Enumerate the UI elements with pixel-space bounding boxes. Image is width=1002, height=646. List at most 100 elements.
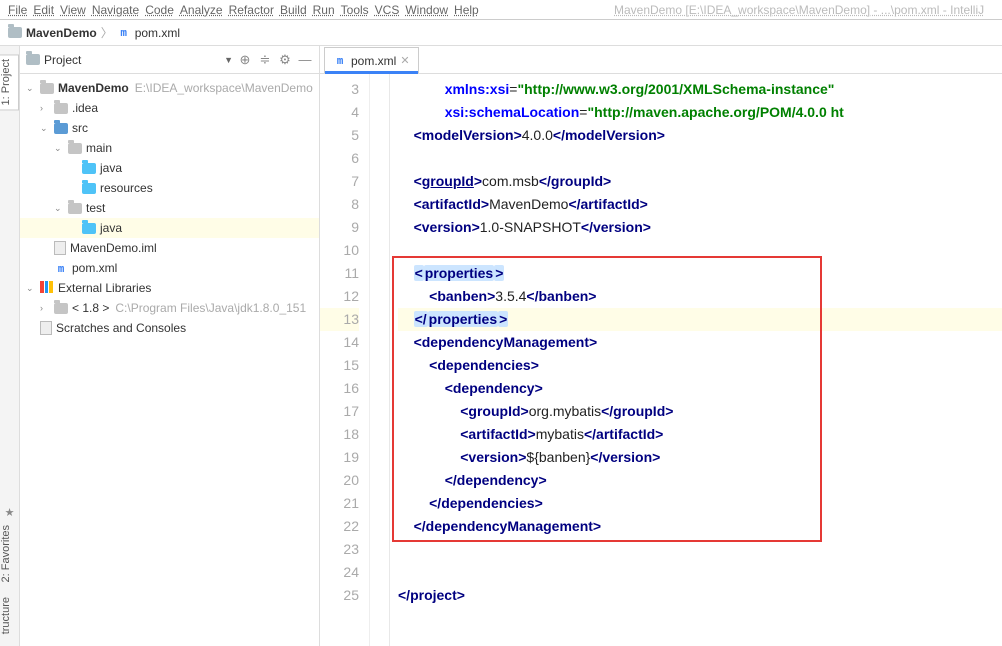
tree-path: C:\Program Files\Java\jdk1.8.0_151: [115, 301, 306, 315]
chevron-icon[interactable]: ⌄: [54, 203, 64, 214]
chevron-icon[interactable]: ›: [40, 103, 50, 113]
code-line[interactable]: </project>: [398, 584, 1002, 607]
line-number: 19: [320, 446, 359, 469]
tree-row[interactable]: ›.idea: [20, 98, 319, 118]
breadcrumb-project[interactable]: MavenDemo: [26, 26, 97, 40]
maven-icon: m: [117, 26, 131, 40]
menu-bar: File Edit View Navigate Code Analyze Ref…: [0, 0, 1002, 20]
gear-icon[interactable]: ⚙: [277, 52, 293, 68]
tree-row[interactable]: resources: [20, 178, 319, 198]
line-number: 20: [320, 469, 359, 492]
menu-file[interactable]: File: [8, 3, 27, 17]
highlight-box: [392, 256, 822, 542]
menu-analyze[interactable]: Analyze: [180, 3, 223, 17]
code-line[interactable]: <version>1.0-SNAPSHOT</version>: [398, 216, 1002, 239]
side-tab-favorites[interactable]: 2: Favorites: [0, 521, 12, 586]
tree-label: Scratches and Consoles: [56, 321, 186, 335]
menu-build[interactable]: Build: [280, 3, 307, 17]
chevron-icon[interactable]: ⌄: [40, 123, 50, 134]
tree-row[interactable]: ⌄ External Libraries: [20, 278, 319, 298]
dropdown-arrow-icon[interactable]: ▼: [224, 55, 233, 65]
tree-row[interactable]: ›< 1.8 > C:\Program Files\Java\jdk1.8.0_…: [20, 298, 319, 318]
editor-tab-pom[interactable]: m pom.xml ✕: [324, 47, 419, 73]
line-number: 23: [320, 538, 359, 561]
code-line[interactable]: <artifactId>MavenDemo</artifactId>: [398, 193, 1002, 216]
menu-view[interactable]: View: [60, 3, 86, 17]
close-icon[interactable]: ✕: [400, 54, 409, 67]
folder-icon: [82, 163, 96, 174]
line-number: 24: [320, 561, 359, 584]
tree-label: java: [100, 161, 122, 175]
left-gutter-tabs: 1: Project ★ 2: Favorites tructure: [0, 46, 20, 646]
tree-row[interactable]: java: [20, 158, 319, 178]
favorites-star-icon: ★: [0, 506, 19, 519]
menu-vcs[interactable]: VCS: [375, 3, 400, 17]
library-icon: [40, 281, 54, 295]
chevron-icon[interactable]: ›: [40, 303, 50, 313]
tree-row[interactable]: ⌄ main: [20, 138, 319, 158]
collapse-icon[interactable]: ≑: [257, 52, 273, 68]
menu-edit[interactable]: Edit: [33, 3, 54, 17]
line-number: 6: [320, 147, 359, 170]
folder-icon: [40, 83, 54, 94]
line-number: 11: [320, 262, 359, 285]
hide-icon[interactable]: —: [297, 52, 313, 68]
file-icon: [54, 241, 66, 255]
folder-icon: [82, 223, 96, 234]
tree-row[interactable]: ⌄src: [20, 118, 319, 138]
line-number: 12: [320, 285, 359, 308]
folder-icon: [26, 54, 40, 65]
editor-tabs: m pom.xml ✕: [320, 46, 1002, 74]
code-area[interactable]: 345678910111213141516171819202122232425 …: [320, 74, 1002, 646]
folder-icon: [8, 27, 22, 38]
menu-code[interactable]: Code: [145, 3, 174, 17]
editor-tab-label: pom.xml: [351, 54, 396, 68]
line-number: 10: [320, 239, 359, 262]
chevron-icon[interactable]: ⌄: [26, 83, 36, 94]
menu-window[interactable]: Window: [405, 3, 448, 17]
menu-tools[interactable]: Tools: [341, 3, 369, 17]
tree-label: main: [86, 141, 112, 155]
line-number: 14: [320, 331, 359, 354]
code-content[interactable]: xmlns:xsi="http://www.w3.org/2001/XMLSch…: [390, 74, 1002, 646]
tree-label: MavenDemo: [58, 81, 129, 95]
side-tab-structure[interactable]: tructure: [0, 593, 12, 638]
tree-label: resources: [100, 181, 153, 195]
breadcrumb-file[interactable]: pom.xml: [135, 26, 180, 40]
code-line[interactable]: xsi:schemaLocation="http://maven.apache.…: [398, 101, 1002, 124]
side-tab-project[interactable]: 1: Project: [0, 54, 19, 110]
menu-run[interactable]: Run: [313, 3, 335, 17]
line-number: 5: [320, 124, 359, 147]
code-line[interactable]: <groupId>com.msb</groupId>: [398, 170, 1002, 193]
locate-icon[interactable]: ⊕: [237, 52, 253, 68]
tree-row[interactable]: ⌄ MavenDemo E:\IDEA_workspace\MavenDemo: [20, 78, 319, 98]
chevron-icon[interactable]: ⌄: [26, 283, 36, 294]
line-number: 15: [320, 354, 359, 377]
line-number: 8: [320, 193, 359, 216]
project-tree[interactable]: ⌄ MavenDemo E:\IDEA_workspace\MavenDemo ›.…: [20, 74, 319, 646]
code-line[interactable]: [398, 561, 1002, 584]
line-number: 3: [320, 78, 359, 101]
folder-icon: [68, 143, 82, 154]
tree-label: test: [86, 201, 105, 215]
project-panel-title[interactable]: Project: [44, 53, 218, 67]
tree-label: pom.xml: [72, 261, 117, 275]
tree-path: E:\IDEA_workspace\MavenDemo: [135, 81, 313, 95]
line-number: 7: [320, 170, 359, 193]
menu-help[interactable]: Help: [454, 3, 479, 17]
folder-icon: [54, 123, 68, 134]
tree-label: External Libraries: [58, 281, 151, 295]
folder-icon: [54, 303, 68, 314]
line-number: 13: [320, 308, 359, 331]
tree-row[interactable]: MavenDemo.iml: [20, 238, 319, 258]
tree-row[interactable]: Scratches and Consoles: [20, 318, 319, 338]
chevron-icon[interactable]: ⌄: [54, 143, 64, 154]
menu-navigate[interactable]: Navigate: [92, 3, 139, 17]
tree-row[interactable]: java: [20, 218, 319, 238]
tree-row[interactable]: mpom.xml: [20, 258, 319, 278]
menu-refactor[interactable]: Refactor: [229, 3, 274, 17]
code-line[interactable]: xmlns:xsi="http://www.w3.org/2001/XMLSch…: [398, 78, 1002, 101]
code-line[interactable]: [398, 147, 1002, 170]
code-line[interactable]: <modelVersion>4.0.0</modelVersion>: [398, 124, 1002, 147]
tree-row[interactable]: ⌄ test: [20, 198, 319, 218]
